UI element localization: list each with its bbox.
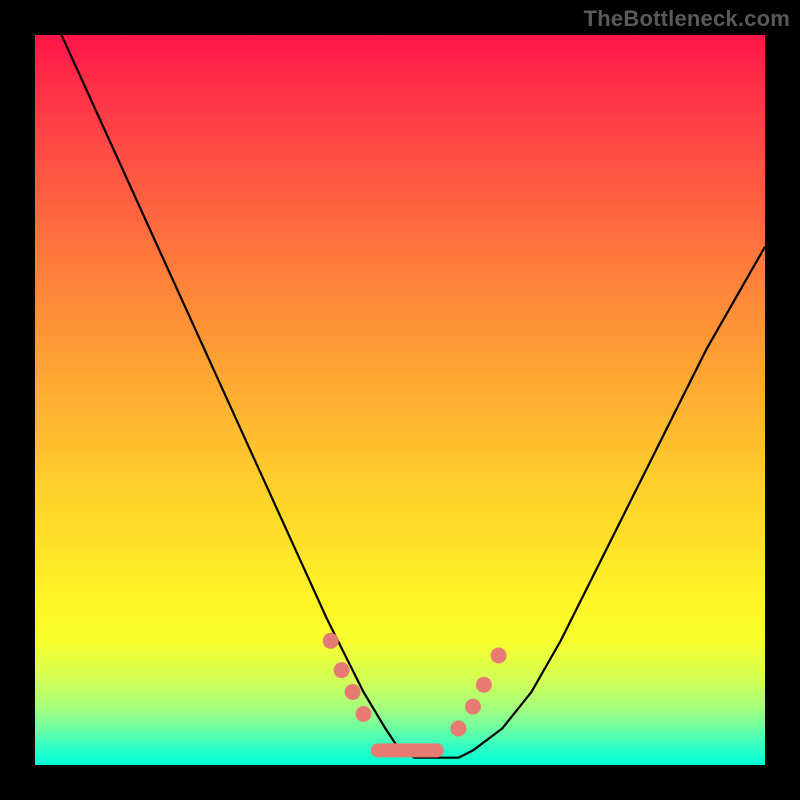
curve-flat-marker xyxy=(371,743,444,757)
curve-marker xyxy=(476,677,492,693)
marker-layer xyxy=(323,633,507,758)
bottleneck-curve-line xyxy=(35,35,765,758)
watermark-text: TheBottleneck.com xyxy=(584,6,790,32)
curve-marker xyxy=(450,721,466,737)
curve-marker xyxy=(465,699,481,715)
curve-marker xyxy=(345,684,361,700)
curve-marker xyxy=(334,662,350,678)
chart-frame: TheBottleneck.com xyxy=(0,0,800,800)
curve-marker xyxy=(323,633,339,649)
curve-marker xyxy=(356,706,372,722)
curve-marker xyxy=(491,648,507,664)
plot-area xyxy=(35,35,765,765)
bottleneck-curve-svg xyxy=(35,35,765,765)
